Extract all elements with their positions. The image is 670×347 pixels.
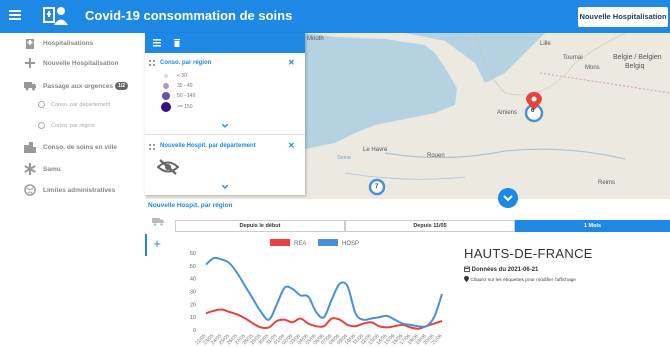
legend-label: >= 150 bbox=[177, 104, 193, 110]
menu-icon[interactable] bbox=[9, 8, 21, 22]
map-label-seine: Seine bbox=[337, 155, 352, 161]
tab-depuis-1105[interactable]: Depuis 11/05 bbox=[345, 220, 515, 232]
marker-count: 6 bbox=[531, 108, 535, 114]
y-tick-label: 10 bbox=[190, 315, 196, 321]
sidebar-item-urgences[interactable]: Passage aux urgences 1/2 bbox=[0, 77, 145, 95]
eye-slash-icon[interactable] bbox=[157, 158, 179, 176]
sidebar-item-samu[interactable]: Samu bbox=[0, 161, 145, 179]
city-icon bbox=[24, 142, 36, 153]
sidebar-item-label: Conso. de soins en ville bbox=[43, 144, 118, 151]
map-label-amiens: Amiens bbox=[497, 110, 518, 116]
doctors-logo-icon bbox=[43, 7, 68, 25]
map-label-belgie: Belgie / Belgien bbox=[613, 54, 662, 61]
map-label-mouth: Mouth bbox=[307, 36, 324, 42]
sidebar: Hospitalisations Nouvelle Hospitalisatio… bbox=[0, 33, 145, 347]
list-icon[interactable] bbox=[153, 39, 161, 47]
plus-icon bbox=[25, 58, 35, 68]
count-badge: 1/2 bbox=[115, 82, 129, 90]
y-tick-label: 20 bbox=[190, 302, 196, 308]
layer-title-conso-region[interactable]: Conso. par région bbox=[160, 60, 211, 66]
drag-handle-icon[interactable] bbox=[149, 60, 156, 67]
close-icon[interactable]: ✕ bbox=[288, 58, 295, 67]
map-pin-icon bbox=[464, 276, 469, 282]
legend-swatch-rea bbox=[270, 239, 290, 246]
sidebar-item-label: Limites administratives bbox=[43, 187, 116, 194]
hospital-icon bbox=[26, 39, 34, 49]
region-hint-text: Cliquez sur les étiquettes pour modifier… bbox=[470, 278, 576, 283]
line-chart: 010203040506022/0523/0524/0525/0526/0527… bbox=[190, 239, 444, 346]
divider bbox=[145, 134, 305, 135]
region-date: Données du 2021-06-21 bbox=[464, 266, 538, 273]
sidebar-item-conso-ville[interactable]: Conso. de soins en ville bbox=[0, 139, 145, 157]
ambulance-icon bbox=[24, 82, 36, 91]
plus-icon[interactable]: + bbox=[145, 234, 167, 256]
y-tick-label: 40 bbox=[190, 277, 196, 283]
asterisk-icon bbox=[24, 163, 36, 175]
region-name: HAUTS-DE-FRANCE bbox=[464, 246, 593, 261]
layers-panel: Conso. par région ✕ < 30 30 - 49 50 - 14… bbox=[145, 33, 305, 195]
sidebar-item-hospitalisations[interactable]: Hospitalisations bbox=[0, 35, 145, 53]
map-label-rouen: Rouen bbox=[427, 153, 445, 159]
legend-label-rea: REA bbox=[294, 241, 306, 247]
period-tabs: Depuis le début Depuis 11/05 1 Mois bbox=[175, 220, 670, 232]
legend-label: 30 - 49 bbox=[177, 83, 193, 89]
map-label-belgiq: Belgiq bbox=[625, 63, 645, 70]
collapse-map-button[interactable] bbox=[498, 188, 518, 208]
section-title: Nouvelle Hospit. par région bbox=[148, 202, 233, 209]
sidebar-item-label: Hospitalisations bbox=[43, 40, 94, 47]
tab-depuis-debut[interactable]: Depuis le début bbox=[175, 220, 345, 232]
sidebar-item-label: Passage aux urgences 1/2 bbox=[43, 82, 129, 90]
map-label-le-havre: Le Havre bbox=[363, 147, 388, 153]
layer-title-nouvelle-hospit[interactable]: Nouvelle Hospit. par département bbox=[160, 143, 256, 149]
legend-label-hosp: HOSP bbox=[342, 241, 359, 247]
chevron-down-icon bbox=[503, 195, 513, 202]
calendar-icon bbox=[464, 266, 470, 272]
map-label-reims: Reims bbox=[598, 180, 616, 186]
region-hint: Cliquez sur les étiquettes pour modifier… bbox=[464, 276, 576, 283]
radio-icon[interactable] bbox=[38, 101, 45, 108]
top-bar: Covid-19 consommation de soins Nouvelle … bbox=[0, 0, 670, 33]
y-tick-label: 60 bbox=[190, 251, 196, 257]
trash-icon[interactable] bbox=[173, 39, 181, 47]
map-label-lille: Lille bbox=[540, 41, 551, 47]
ambulance-icon[interactable] bbox=[152, 216, 164, 226]
legend-label: < 30 bbox=[177, 73, 187, 79]
sidebar-item-conso-departement[interactable]: Conso. par département bbox=[0, 98, 145, 112]
marker-count: 7 bbox=[375, 184, 379, 190]
legend-dot bbox=[162, 92, 170, 100]
chevron-down-icon[interactable] bbox=[222, 185, 228, 189]
app-title: Covid-19 consommation de soins bbox=[85, 8, 293, 23]
legend-dot bbox=[161, 102, 171, 112]
radio-icon[interactable] bbox=[38, 122, 45, 129]
panel-toolbar bbox=[145, 33, 305, 53]
legend-dot bbox=[164, 74, 168, 78]
map-label-tournai: Tournai bbox=[563, 55, 583, 61]
legend-swatch-hosp bbox=[318, 239, 338, 246]
close-icon[interactable]: ✕ bbox=[288, 141, 295, 150]
map-label-mons: Mons bbox=[585, 65, 600, 71]
sidebar-item-limites[interactable]: Limites administratives bbox=[0, 182, 145, 200]
new-hospitalisation-button[interactable]: Nouvelle Hospitalisation bbox=[578, 7, 668, 27]
legend-label: 50 - 149 bbox=[177, 93, 196, 99]
sidebar-item-label: Conso. par département bbox=[51, 102, 111, 108]
chevron-down-icon[interactable] bbox=[222, 124, 228, 128]
urgences-label: Passage aux urgences bbox=[43, 83, 114, 90]
y-tick-label: 50 bbox=[190, 264, 196, 270]
globe-icon bbox=[24, 184, 36, 196]
drag-handle-icon[interactable] bbox=[149, 144, 156, 151]
tab-1-mois[interactable]: 1 Mois bbox=[515, 220, 670, 232]
sidebar-item-label: Nouvelle Hospitalisation bbox=[43, 60, 119, 67]
legend-dot bbox=[163, 83, 169, 89]
region-date-text: Données du 2021-06-21 bbox=[471, 267, 539, 273]
y-tick-label: 30 bbox=[190, 290, 196, 296]
sidebar-item-conso-region[interactable]: Conso. par région bbox=[0, 119, 145, 133]
series-line-rea bbox=[205, 308, 443, 330]
sidebar-item-label: Conso. par région bbox=[51, 123, 95, 129]
sidebar-item-label: Samu bbox=[43, 166, 61, 173]
sidebar-item-new-hospitalisation[interactable]: Nouvelle Hospitalisation bbox=[0, 55, 145, 73]
y-tick-label: 0 bbox=[193, 328, 196, 334]
